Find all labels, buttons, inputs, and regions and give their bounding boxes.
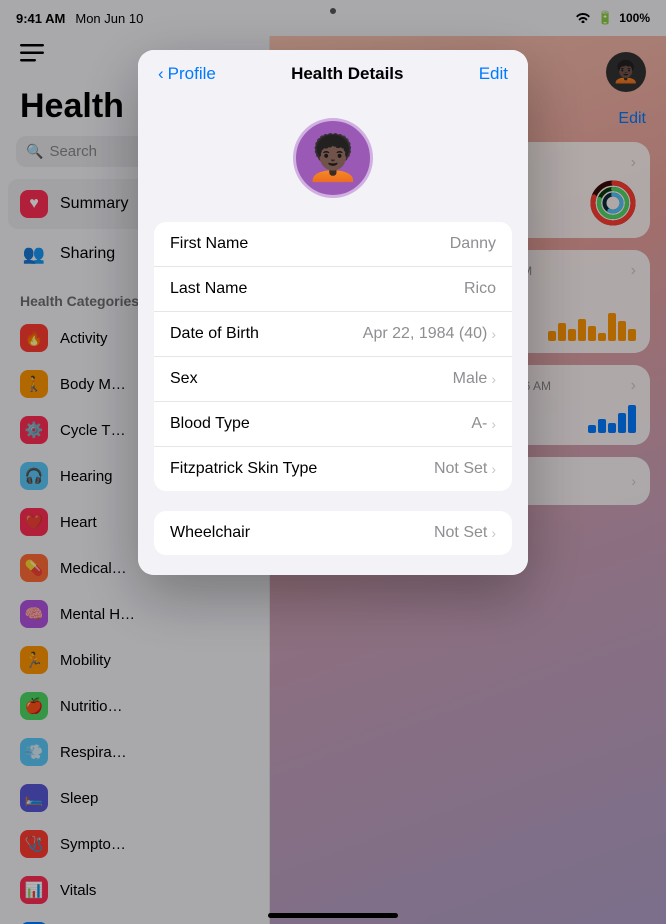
modal-back-label: Profile	[168, 64, 216, 84]
modal-back-button[interactable]: ‹ Profile	[158, 64, 216, 84]
modal-title: Health Details	[291, 64, 403, 84]
dob-label: Date of Birth	[170, 325, 259, 343]
bloodtype-value: A- ›	[471, 415, 496, 433]
avatar-emoji: 🧑🏿‍🦱	[306, 132, 361, 184]
modal-nav: ‹ Profile Health Details Edit	[138, 50, 528, 98]
modal-avatar-section: 🧑🏿‍🦱	[138, 98, 528, 222]
modal-edit-button[interactable]: Edit	[479, 64, 508, 84]
wheelchair-chevron-icon: ›	[491, 525, 496, 541]
modal-form-section1: First Name Danny Last Name Rico Date of …	[154, 222, 512, 491]
sex-label: Sex	[170, 370, 198, 388]
modal-bottom-spacer	[138, 555, 528, 575]
back-chevron-icon: ‹	[158, 64, 164, 84]
wheelchair-label: Wheelchair	[170, 524, 250, 542]
form-row-dob[interactable]: Date of Birth Apr 22, 1984 (40) ›	[154, 312, 512, 357]
skintype-value: Not Set ›	[434, 460, 496, 478]
bloodtype-label: Blood Type	[170, 415, 250, 433]
form-row-skintype[interactable]: Fitzpatrick Skin Type Not Set ›	[154, 447, 512, 491]
sex-chevron-icon: ›	[491, 371, 496, 387]
sex-value: Male ›	[453, 370, 496, 388]
bloodtype-chevron-icon: ›	[491, 416, 496, 432]
firstname-label: First Name	[170, 235, 248, 253]
lastname-value: Rico	[464, 280, 496, 298]
dob-chevron-icon: ›	[491, 326, 496, 342]
form-row-lastname[interactable]: Last Name Rico	[154, 267, 512, 312]
form-row-bloodtype[interactable]: Blood Type A- ›	[154, 402, 512, 447]
wheelchair-value: Not Set ›	[434, 524, 496, 542]
form-row-wheelchair[interactable]: Wheelchair Not Set ›	[154, 511, 512, 555]
skintype-chevron-icon: ›	[491, 461, 496, 477]
dob-value: Apr 22, 1984 (40) ›	[363, 325, 496, 343]
modal-form-section2: Wheelchair Not Set ›	[154, 511, 512, 555]
firstname-value: Danny	[450, 235, 496, 253]
form-row-sex[interactable]: Sex Male ›	[154, 357, 512, 402]
modal-overlay: ‹ Profile Health Details Edit 🧑🏿‍🦱 First…	[0, 0, 666, 924]
modal-avatar[interactable]: 🧑🏿‍🦱	[293, 118, 373, 198]
skintype-label: Fitzpatrick Skin Type	[170, 460, 317, 478]
health-details-modal: ‹ Profile Health Details Edit 🧑🏿‍🦱 First…	[138, 50, 528, 575]
home-indicator	[268, 913, 398, 918]
form-section-spacer	[138, 491, 528, 511]
form-row-firstname[interactable]: First Name Danny	[154, 222, 512, 267]
lastname-label: Last Name	[170, 280, 247, 298]
